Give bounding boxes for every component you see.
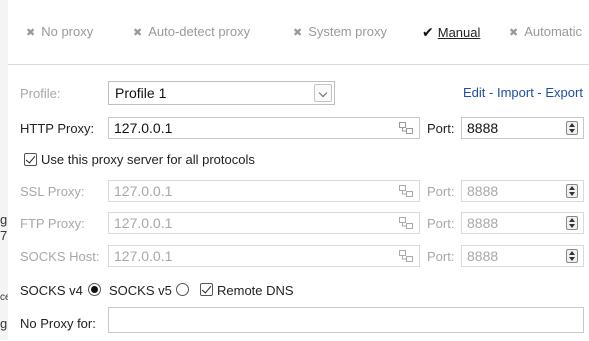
ssl-port-input[interactable]: 8888 bbox=[461, 180, 584, 202]
import-link[interactable]: Import bbox=[497, 85, 534, 100]
mode-no-proxy[interactable]: ✖ No proxy bbox=[26, 24, 93, 39]
x-icon: ✖ bbox=[509, 27, 519, 39]
http-port-input[interactable]: 8888 bbox=[461, 117, 584, 139]
ftp-port-label: Port: bbox=[427, 216, 455, 231]
x-icon: ✖ bbox=[293, 27, 303, 39]
ftp-proxy-label: FTP Proxy: bbox=[20, 216, 85, 231]
mode-label: Automatic bbox=[524, 24, 583, 39]
http-proxy-host-value: 127.0.0.1 bbox=[114, 120, 173, 136]
network-icon bbox=[399, 250, 413, 262]
use-for-all-label: Use this proxy server for all protocols bbox=[41, 152, 255, 167]
edge-char: 7 bbox=[0, 228, 8, 243]
background-window-edge: g 7 ce g bbox=[0, 0, 11, 340]
edge-char: g bbox=[0, 212, 8, 227]
mode-system-proxy[interactable]: ✖ System proxy bbox=[293, 24, 387, 39]
remote-dns-label: Remote DNS bbox=[217, 283, 294, 298]
http-port-value: 8888 bbox=[467, 120, 499, 136]
network-icon bbox=[399, 217, 413, 229]
socks-port-label: Port: bbox=[427, 249, 455, 264]
mode-label: System proxy bbox=[308, 24, 387, 39]
export-link[interactable]: Export bbox=[545, 85, 583, 100]
edge-char: g bbox=[0, 316, 8, 331]
mode-automatic[interactable]: ✖ Automatic bbox=[509, 24, 582, 39]
no-proxy-for-input[interactable] bbox=[108, 307, 584, 333]
profile-select-value: Profile 1 bbox=[115, 85, 167, 101]
port-spinner-icon[interactable] bbox=[566, 216, 578, 230]
ftp-proxy-host-value: 127.0.0.1 bbox=[114, 215, 173, 231]
socks-port-input[interactable]: 8888 bbox=[461, 245, 584, 267]
network-icon bbox=[399, 185, 413, 197]
ssl-port-label: Port: bbox=[427, 184, 455, 199]
mode-label: Auto-detect proxy bbox=[148, 24, 251, 39]
http-proxy-host-input[interactable]: 127.0.0.1 bbox=[108, 117, 420, 139]
x-icon: ✖ bbox=[133, 27, 143, 39]
ftp-proxy-host-input[interactable]: 127.0.0.1 bbox=[108, 212, 420, 234]
ssl-port-value: 8888 bbox=[467, 183, 499, 199]
use-for-all-checkbox[interactable] bbox=[24, 153, 37, 166]
network-icon bbox=[399, 122, 413, 134]
edit-link[interactable]: Edit bbox=[463, 85, 485, 100]
chevron-down-icon bbox=[314, 84, 332, 102]
port-spinner-icon[interactable] bbox=[566, 121, 578, 135]
socks-v5-label: SOCKS v5 bbox=[109, 283, 172, 298]
socks-port-value: 8888 bbox=[467, 248, 499, 264]
mode-auto-detect[interactable]: ✖ Auto-detect proxy bbox=[133, 24, 250, 39]
ftp-port-value: 8888 bbox=[467, 215, 499, 231]
ssl-proxy-host-input[interactable]: 127.0.0.1 bbox=[108, 180, 420, 202]
socks-host-value: 127.0.0.1 bbox=[114, 248, 173, 264]
mode-label: Manual bbox=[437, 25, 481, 40]
profile-select[interactable]: Profile 1 bbox=[108, 81, 335, 105]
profile-links: Edit - Import - Export bbox=[463, 85, 583, 100]
link-separator: - bbox=[485, 85, 497, 100]
socks-host-label: SOCKS Host: bbox=[20, 249, 100, 264]
socks-v4-radio[interactable] bbox=[88, 283, 101, 296]
mode-label: No proxy bbox=[41, 24, 94, 39]
socks-host-input[interactable]: 127.0.0.1 bbox=[108, 245, 420, 267]
port-spinner-icon[interactable] bbox=[566, 184, 578, 198]
mode-manual[interactable]: ✔ Manual bbox=[422, 24, 480, 41]
ssl-proxy-label: SSL Proxy: bbox=[20, 184, 85, 199]
checkmark-icon: ✔ bbox=[422, 24, 434, 40]
ftp-port-input[interactable]: 8888 bbox=[461, 212, 584, 234]
http-proxy-label: HTTP Proxy: bbox=[20, 121, 95, 136]
x-icon: ✖ bbox=[26, 27, 36, 39]
socks-v4-label: SOCKS v4 bbox=[20, 283, 83, 298]
proxy-mode-bar: ✖ No proxy ✖ Auto-detect proxy ✖ System pro… bbox=[8, 0, 589, 62]
no-proxy-for-label: No Proxy for: bbox=[20, 316, 96, 331]
port-spinner-icon[interactable] bbox=[566, 249, 578, 263]
remote-dns-checkbox[interactable] bbox=[200, 283, 213, 296]
manual-proxy-panel: Profile: Profile 1 Edit - Import - Expor… bbox=[8, 64, 589, 341]
http-port-label: Port: bbox=[427, 121, 455, 136]
ssl-proxy-host-value: 127.0.0.1 bbox=[114, 183, 173, 199]
profile-label: Profile: bbox=[20, 86, 61, 101]
socks-v5-radio[interactable] bbox=[176, 283, 189, 296]
link-separator: - bbox=[533, 85, 546, 100]
